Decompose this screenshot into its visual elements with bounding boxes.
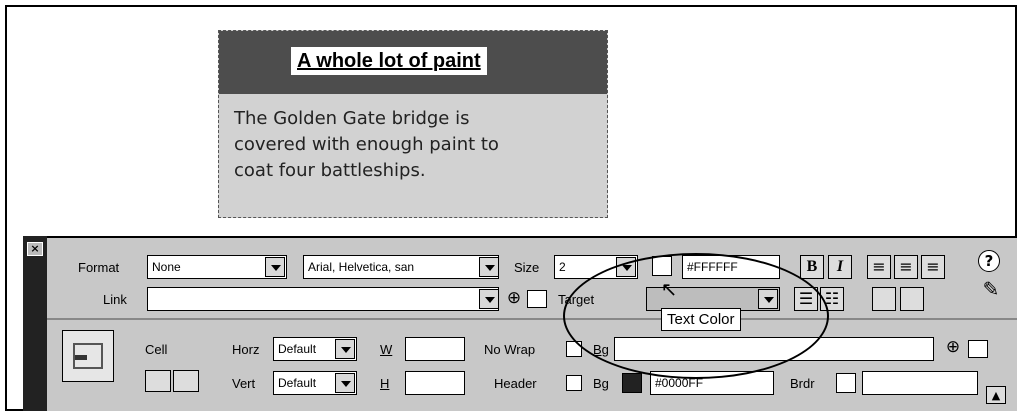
size-label: Size	[514, 260, 540, 275]
chevron-down-icon[interactable]	[265, 257, 285, 277]
format-label: Format	[78, 260, 120, 275]
section-divider	[47, 318, 1017, 320]
folder-icon[interactable]	[527, 290, 547, 308]
outdent-icon[interactable]	[872, 287, 896, 311]
split-cell-icon[interactable]	[173, 370, 199, 392]
border-color-swatch[interactable]	[836, 373, 856, 393]
link-label: Link	[103, 292, 127, 307]
tooltip: Text Color	[661, 308, 741, 331]
horz-label: Horz	[232, 342, 260, 357]
italic-button[interactable]: I	[828, 255, 852, 279]
h-label: H	[380, 376, 390, 391]
align-right-icon[interactable]: ≡	[921, 255, 945, 279]
help-icon[interactable]: ?	[978, 250, 1000, 272]
panel-grip[interactable]	[23, 236, 47, 411]
body-line: coat four battleships.	[234, 160, 426, 181]
align-center-icon[interactable]: ≡	[894, 255, 918, 279]
body-line: The Golden Gate bridge is	[234, 108, 470, 129]
border-color-input[interactable]	[862, 371, 978, 395]
chevron-down-icon[interactable]	[479, 257, 499, 277]
folder-icon[interactable]	[968, 340, 988, 358]
close-icon[interactable]: ×	[27, 242, 43, 256]
chevron-down-icon[interactable]	[335, 339, 355, 359]
table-body-text[interactable]: The Golden Gate bridge is covered with e…	[234, 106, 594, 184]
cell-label: Cell	[145, 342, 168, 357]
chevron-down-icon[interactable]	[335, 373, 355, 393]
w-label: W	[380, 342, 393, 357]
point-to-file-icon[interactable]: ⊕	[944, 338, 962, 356]
edit-icon[interactable]: ✎	[980, 279, 1002, 299]
font-select[interactable]: Arial, Helvetica, san	[303, 255, 499, 279]
collapse-icon[interactable]: ▲	[986, 386, 1006, 404]
chevron-down-icon[interactable]	[479, 289, 499, 309]
cursor-icon: ↖	[660, 277, 678, 301]
merge-cells-icon[interactable]	[145, 370, 171, 392]
table-header-cell[interactable]: A whole lot of paint	[219, 31, 607, 94]
bold-button[interactable]: B	[800, 255, 824, 279]
bg-color-swatch[interactable]	[622, 373, 642, 393]
table-title: A whole lot of paint	[291, 47, 487, 75]
nowrap-label: No Wrap	[484, 342, 536, 357]
height-input[interactable]	[405, 371, 465, 395]
indent-icon[interactable]	[900, 287, 924, 311]
header-label: Header	[494, 376, 537, 391]
width-input[interactable]	[405, 337, 465, 361]
cell-icon	[62, 330, 114, 382]
link-input[interactable]	[147, 287, 499, 311]
vert-label: Vert	[232, 376, 256, 391]
header-checkbox[interactable]	[566, 375, 582, 391]
point-to-file-icon[interactable]: ⊕	[505, 289, 523, 307]
brdr-label: Brdr	[790, 376, 815, 391]
bg-color-label: Bg	[593, 376, 609, 391]
content-table[interactable]: A whole lot of paint The Golden Gate bri…	[218, 30, 608, 218]
align-left-icon[interactable]: ≡	[867, 255, 891, 279]
body-line: covered with enough paint to	[234, 134, 499, 155]
